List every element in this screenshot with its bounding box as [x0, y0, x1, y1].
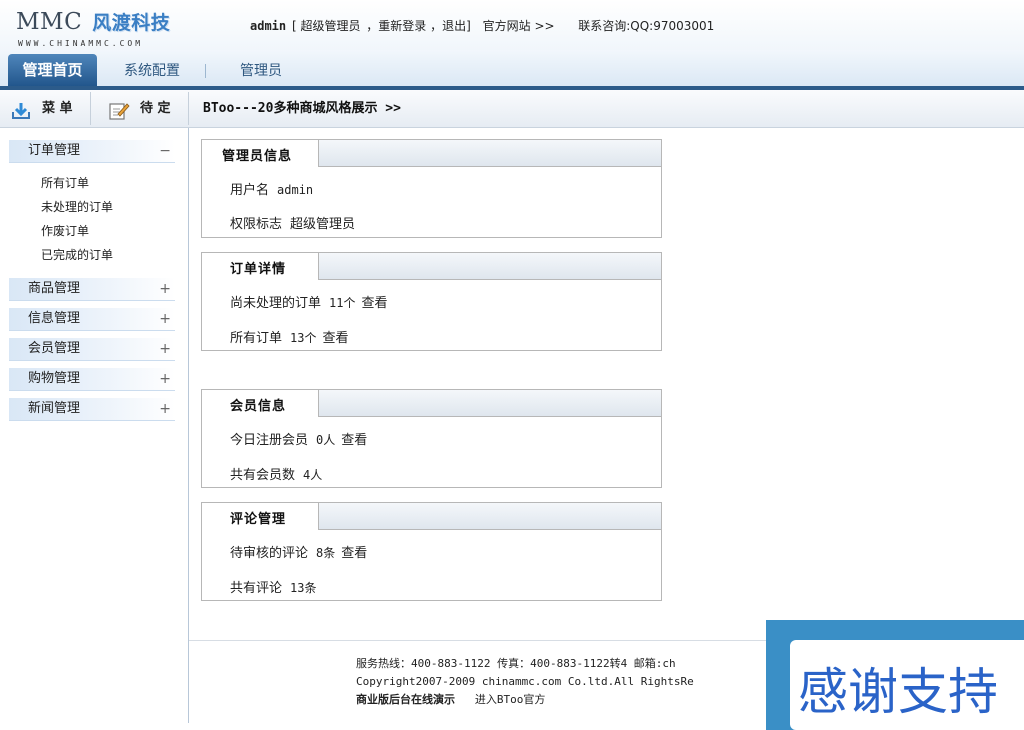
panel-title: 会员信息	[230, 399, 287, 414]
footer-demo-label: 商业版后台在线演示	[356, 693, 455, 706]
panel-title: 订单详情	[230, 262, 287, 277]
info-row: 今日注册会员 0人 查看	[230, 429, 367, 448]
sidebar-group-label: 信息管理	[28, 311, 81, 326]
expand-icon: +	[159, 281, 171, 297]
panel-tab: 评论管理	[202, 503, 319, 530]
collapse-icon: −	[159, 143, 171, 159]
sidebar-group-members[interactable]: 会员管理 +	[9, 338, 175, 361]
sidebar-group-label: 订单管理	[28, 143, 81, 158]
tab-administrators[interactable]: 管理员	[240, 57, 282, 86]
sidebar-group-orders[interactable]: 订单管理 −	[9, 140, 175, 163]
row-label: 用户名	[230, 183, 270, 198]
sidebar-group-info[interactable]: 信息管理 +	[9, 308, 175, 331]
sidebar-group-label: 新闻管理	[28, 401, 81, 416]
sidebar-group-label: 会员管理	[28, 341, 81, 356]
row-value: 11个	[329, 296, 356, 310]
panel-tab: 订单详情	[202, 253, 319, 280]
expand-icon: +	[159, 371, 171, 387]
sidebar-group-shopping[interactable]: 购物管理 +	[9, 368, 175, 391]
info-row: 尚未处理的订单 11个 查看	[230, 292, 387, 311]
row-value: 4人	[303, 468, 323, 482]
relogin-link[interactable]: ，重新登录	[366, 19, 426, 33]
row-value: 8条	[316, 546, 336, 560]
row-value: 13个	[290, 331, 317, 345]
row-label: 所有订单	[230, 331, 283, 346]
panel-title: 管理员信息	[222, 149, 293, 164]
logo-text: MMC	[16, 9, 83, 35]
download-arrow-icon	[10, 99, 32, 119]
sidebar-group-label: 购物管理	[28, 371, 81, 386]
sidebar-group-news[interactable]: 新闻管理 +	[9, 398, 175, 421]
info-row: 权限标志 超级管理员	[230, 213, 355, 232]
row-label: 共有评论	[230, 581, 283, 596]
panel-tab: 会员信息	[202, 390, 319, 417]
sidebar	[0, 128, 189, 723]
toolbar-divider	[90, 92, 91, 125]
info-row: 所有订单 13个 查看	[230, 327, 348, 346]
view-link[interactable]: 查看	[341, 546, 367, 561]
panel-order-details: 订单详情 尚未处理的订单 11个 查看 所有订单 13个 查看	[201, 252, 662, 351]
row-label: 共有会员数	[230, 468, 296, 483]
pending-button[interactable]: 待 定	[108, 90, 180, 127]
tab-divider	[205, 64, 206, 78]
footer-copyright: Copyright2007-2009 chinammc.com Co.ltd.A…	[356, 675, 694, 688]
thanks-popup-text: 感谢支持	[798, 663, 998, 721]
expand-icon: +	[159, 401, 171, 417]
row-value: admin	[277, 183, 314, 197]
breadcrumb-link[interactable]: BToo---20多种商城风格展示 >>	[203, 90, 401, 127]
footer-links: 商业版后台在线演示 进入BToo官方	[356, 691, 694, 709]
panel-comment-management: 评论管理 待审核的评论 8条 查看 共有评论 13条	[201, 502, 662, 601]
row-label: 待审核的评论	[230, 546, 309, 561]
tab-admin-home[interactable]: 管理首页	[8, 54, 97, 86]
footer-contact: 服务热线：400-883-1122 传真：400-883-1122转4 邮箱:c…	[356, 657, 676, 670]
sidebar-group-products[interactable]: 商品管理 +	[9, 278, 175, 301]
contact-info: 联系咨询:QQ:97003001	[578, 19, 715, 33]
row-value: 13条	[290, 581, 317, 595]
logo-wordmark: MMC 风渡科技	[16, 8, 170, 35]
row-value: 0人	[316, 433, 336, 447]
info-row: 共有评论 13条	[230, 577, 316, 596]
panel-tab: 管理员信息	[202, 140, 319, 167]
sidebar-group-label: 商品管理	[28, 281, 81, 296]
row-value: 超级管理员	[290, 217, 356, 232]
footer-official-link[interactable]: 进入BToo官方	[475, 693, 546, 706]
sidebar-item-unprocessed-orders[interactable]: 未处理的订单	[41, 198, 113, 215]
view-link[interactable]: 查看	[361, 296, 387, 311]
menu-button[interactable]: 菜 单	[10, 90, 88, 127]
footer: 服务热线：400-883-1122 传真：400-883-1122转4 邮箱:c…	[356, 655, 694, 709]
row-label: 权限标志	[230, 217, 283, 232]
edit-note-icon	[108, 99, 130, 120]
info-row: 用户名 admin	[230, 179, 313, 198]
official-site-link[interactable]: 官方网站 >>	[483, 19, 555, 33]
top-info-bar: admin [ 超级管理员 ，重新登录 ，退出] 官方网站 >> 联系咨询:QQ…	[250, 17, 716, 34]
info-row: 共有会员数 4人	[230, 464, 322, 483]
logout-link[interactable]: ，退出]	[430, 19, 471, 33]
pending-button-label: 待 定	[140, 101, 171, 116]
menu-button-label: 菜 单	[42, 101, 73, 116]
view-link[interactable]: 查看	[322, 331, 348, 346]
info-row: 待审核的评论 8条 查看	[230, 542, 367, 561]
sidebar-item-completed-orders[interactable]: 已完成的订单	[41, 246, 113, 263]
thanks-popup[interactable]: 感谢支持	[766, 620, 1024, 730]
logo-url: WWW.CHINAMMC.COM	[18, 39, 144, 48]
logo: MMC 风渡科技 WWW.CHINAMMC.COM	[16, 8, 176, 50]
panel-title: 评论管理	[230, 512, 287, 527]
header: MMC 风渡科技 WWW.CHINAMMC.COM admin [ 超级管理员 ，…	[0, 0, 1024, 50]
view-link[interactable]: 查看	[341, 433, 367, 448]
current-user: admin	[250, 19, 287, 33]
row-label: 尚未处理的订单	[230, 296, 322, 311]
thanks-popup-body: 感谢支持	[790, 640, 1024, 730]
sidebar-item-void-orders[interactable]: 作废订单	[41, 222, 89, 239]
expand-icon: +	[159, 311, 171, 327]
expand-icon: +	[159, 341, 171, 357]
toolbar-divider	[188, 92, 189, 125]
row-label: 今日注册会员	[230, 433, 309, 448]
user-role: [ 超级管理员	[291, 19, 361, 33]
panel-member-info: 会员信息 今日注册会员 0人 查看 共有会员数 4人	[201, 389, 662, 488]
sidebar-item-all-orders[interactable]: 所有订单	[41, 174, 89, 191]
tab-system-config[interactable]: 系统配置	[124, 57, 180, 86]
logo-cn-text: 风渡科技	[92, 12, 171, 34]
panel-admin-info: 管理员信息 用户名 admin 权限标志 超级管理员	[201, 139, 662, 238]
